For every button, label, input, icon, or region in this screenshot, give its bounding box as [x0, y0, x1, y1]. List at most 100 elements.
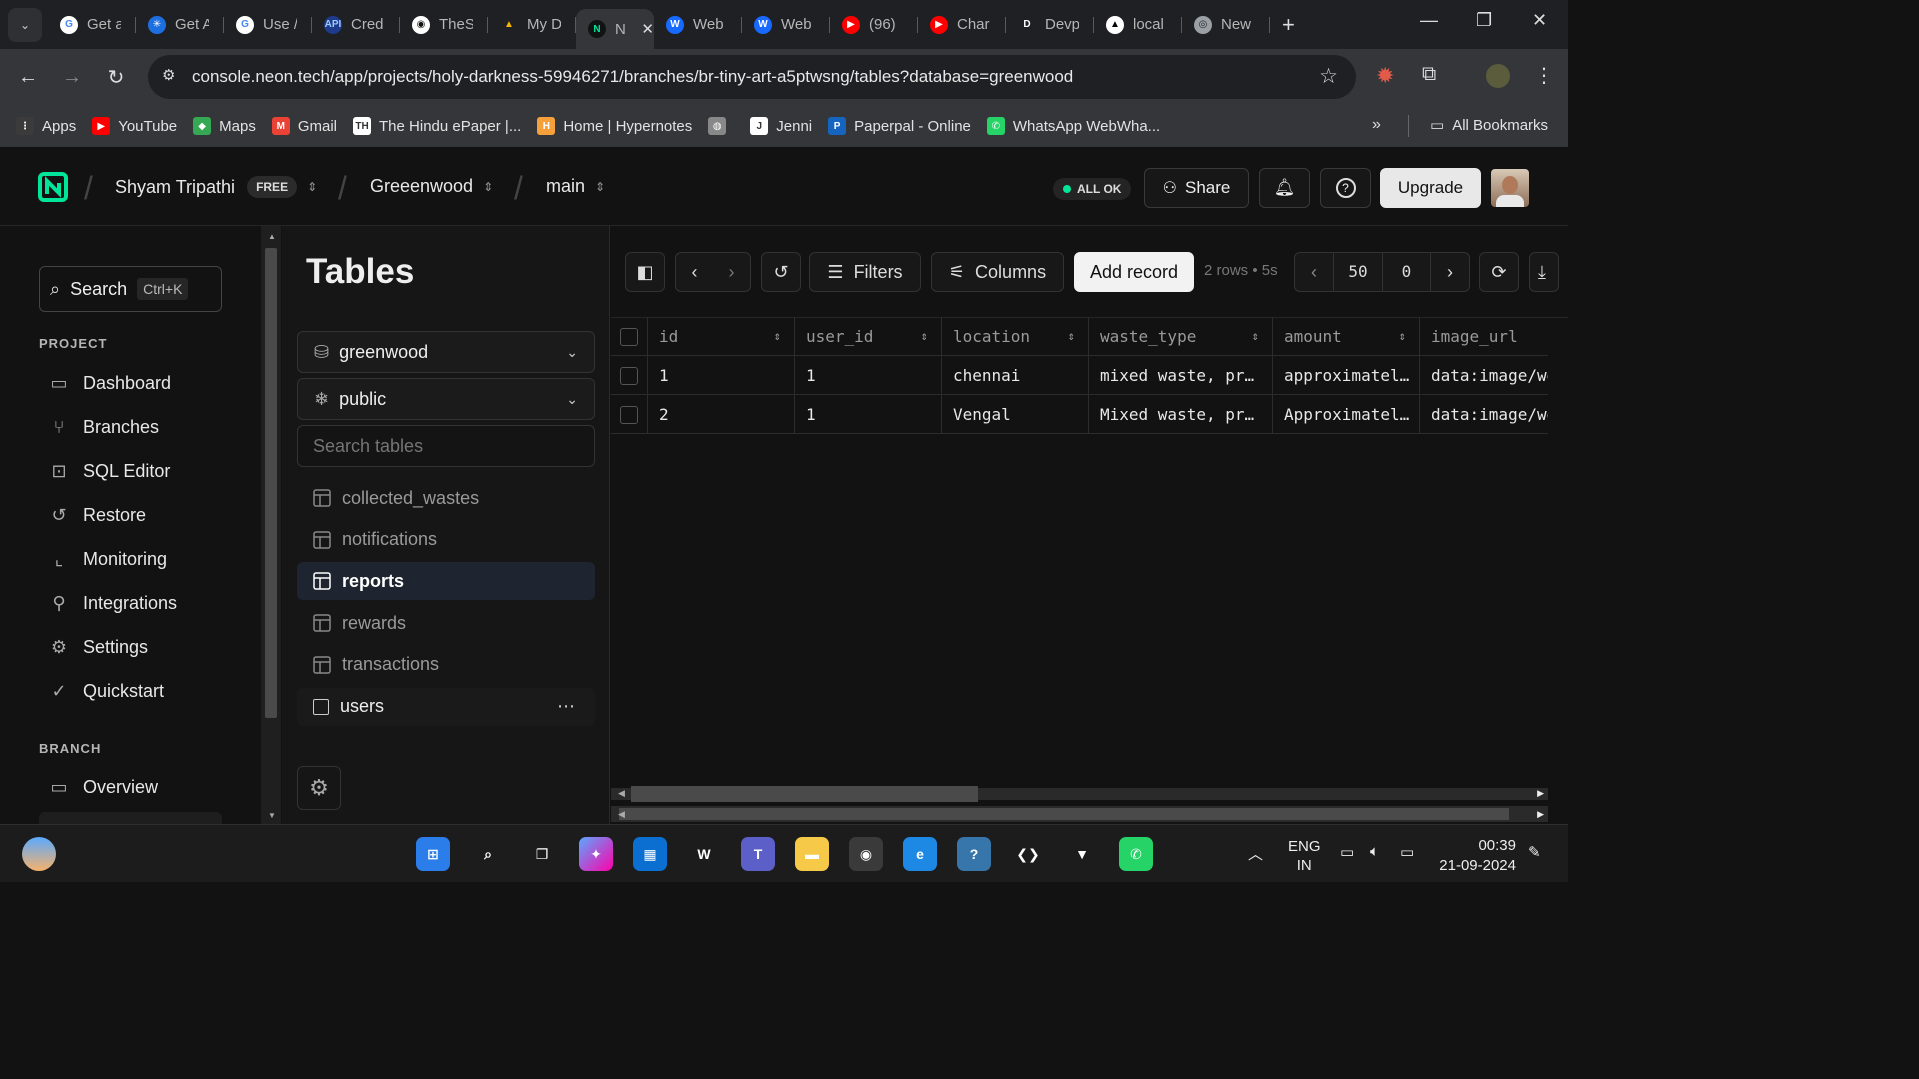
- scrollbar-thumb[interactable]: [619, 808, 1509, 820]
- sidebar-item-quickstart[interactable]: ✓ Quickstart: [48, 676, 164, 706]
- row-select-cell[interactable]: [611, 356, 648, 395]
- browser-tab[interactable]: API Cred: [312, 8, 400, 42]
- sidebar-item-overview[interactable]: ▭ Overview: [48, 772, 158, 802]
- schema-select[interactable]: ❄ public ⌄: [297, 378, 595, 420]
- volume-icon[interactable]: 🔈︎: [1370, 843, 1379, 860]
- close-tab-icon[interactable]: ✕: [641, 20, 654, 38]
- bookmark-item[interactable]: TH The Hindu ePaper |...: [353, 117, 521, 135]
- forward-icon[interactable]: →: [50, 66, 94, 89]
- offset-field[interactable]: 0: [1383, 253, 1431, 291]
- browser-tab[interactable]: ✳ Get A: [136, 8, 224, 42]
- reload-icon[interactable]: ↻: [94, 65, 138, 90]
- sidebar-search[interactable]: ⌕ Search Ctrl+K: [39, 266, 222, 312]
- address-bar[interactable]: ⚙ console.neon.tech/app/projects/holy-da…: [148, 55, 1356, 99]
- browser-tab[interactable]: N N ✕: [576, 9, 654, 49]
- browser-tab[interactable]: W Web: [654, 8, 742, 42]
- extensions-puzzle-icon[interactable]: ⧉: [1422, 63, 1436, 86]
- teams-icon[interactable]: T: [741, 837, 775, 871]
- w3-app-icon[interactable]: W: [687, 837, 721, 871]
- browser-tab[interactable]: W Web: [742, 8, 830, 42]
- user-avatar[interactable]: [1491, 169, 1529, 207]
- site-info-icon[interactable]: ⚙: [162, 66, 175, 84]
- settings-gear-button[interactable]: ⚙: [297, 766, 341, 810]
- store-icon[interactable]: ▦: [633, 837, 667, 871]
- add-record-button[interactable]: Add record: [1074, 252, 1194, 292]
- column-header-id[interactable]: id ⇕: [648, 317, 795, 356]
- search-tables-input[interactable]: [297, 425, 595, 467]
- checkbox[interactable]: [620, 405, 638, 424]
- bookmark-item[interactable]: M Gmail: [271, 117, 337, 135]
- weather-icon[interactable]: [22, 837, 56, 871]
- table-item-collected_wastes[interactable]: collected_wastes: [297, 479, 595, 517]
- python-icon[interactable]: ?: [957, 837, 991, 871]
- browser-tab[interactable]: G Get a: [48, 8, 136, 42]
- browser-menu-icon[interactable]: ⋮: [1534, 63, 1554, 88]
- column-header-amount[interactable]: amount ⇕: [1273, 317, 1420, 356]
- prev-page-icon[interactable]: ‹: [1295, 262, 1333, 283]
- column-header-image_url[interactable]: image_url: [1420, 317, 1548, 356]
- status-badge[interactable]: ALL OK: [1053, 178, 1132, 200]
- table-item-transactions[interactable]: transactions: [297, 646, 595, 684]
- checkbox[interactable]: [620, 327, 638, 346]
- table-cell[interactable]: chennai: [942, 356, 1089, 395]
- notifications-button[interactable]: 🔔︎: [1259, 168, 1310, 208]
- search-icon[interactable]: ⌕: [471, 837, 505, 871]
- sidebar-item-integrations[interactable]: ⚲ Integrations: [48, 588, 177, 618]
- browser-tab[interactable]: G Use /: [224, 8, 312, 42]
- restore-window-icon[interactable]: ❐: [1476, 10, 1492, 31]
- battery-icon[interactable]: ▭: [1400, 843, 1414, 861]
- whatsapp-icon[interactable]: ✆: [1119, 837, 1153, 871]
- sidebar-item-restore[interactable]: ↺ Restore: [48, 500, 146, 530]
- table-cell[interactable]: 1: [648, 356, 795, 395]
- branch-switcher[interactable]: main ⇕: [546, 176, 605, 197]
- language-indicator[interactable]: ENG IN: [1288, 837, 1321, 875]
- row-select-cell[interactable]: [611, 317, 648, 356]
- notification-center-icon[interactable]: ✎: [1528, 843, 1541, 861]
- sidebar-scrollbar[interactable]: ▲ ▼: [261, 226, 281, 824]
- browser-tab[interactable]: ◉ TheS: [400, 8, 488, 42]
- chevron-right-icon[interactable]: ›: [729, 262, 735, 283]
- chrome-icon[interactable]: ◉: [849, 837, 883, 871]
- sort-icon[interactable]: ⇕: [1252, 329, 1259, 343]
- database-select[interactable]: ⛁ greenwood ⌄: [297, 331, 595, 373]
- sidebar-item-monitoring[interactable]: ⌞ Monitoring: [48, 544, 167, 574]
- pagination[interactable]: ‹ 50 0 ›: [1294, 252, 1470, 292]
- chevron-up-icon[interactable]: ︿: [1248, 843, 1263, 864]
- limit-field[interactable]: 50: [1333, 253, 1383, 291]
- bookmark-star-icon[interactable]: ☆: [1319, 64, 1338, 89]
- refresh-button[interactable]: ⟳: [1479, 252, 1519, 292]
- start-icon[interactable]: ⊞: [416, 837, 450, 871]
- browser-tab[interactable]: ◎ New: [1182, 8, 1270, 42]
- sidebar-item-branches[interactable]: ⑂ Branches: [48, 412, 159, 442]
- new-tab-button[interactable]: +: [1282, 12, 1295, 38]
- file-explorer-icon[interactable]: ▬: [795, 837, 829, 871]
- sort-icon[interactable]: ⇕: [1399, 329, 1406, 343]
- browser-tab[interactable]: ▲ My D: [488, 8, 576, 42]
- extension-icon[interactable]: ✹: [1376, 63, 1394, 89]
- history-nav[interactable]: ‹ ›: [675, 252, 751, 292]
- bookmark-item[interactable]: ▶ YouTube: [92, 117, 177, 135]
- horizontal-scrollbar[interactable]: ◀ ▶ ◀ ▶: [611, 784, 1548, 824]
- url-text[interactable]: console.neon.tech/app/projects/holy-dark…: [192, 67, 1073, 87]
- bookmark-item[interactable]: ◆ Maps: [193, 117, 256, 135]
- checkbox[interactable]: [620, 366, 638, 385]
- bookmark-item[interactable]: J Jenni: [750, 117, 812, 135]
- table-cell[interactable]: 2: [648, 395, 795, 434]
- column-header-location[interactable]: location ⇕: [942, 317, 1089, 356]
- sort-icon[interactable]: ⇕: [774, 329, 781, 343]
- table-cell[interactable]: data:image/we: [1420, 356, 1548, 395]
- vscode-icon[interactable]: ❮❯: [1011, 837, 1045, 871]
- toggle-sidebar-button[interactable]: ◧: [625, 252, 665, 292]
- neon-logo-icon[interactable]: [38, 172, 68, 202]
- bookmark-item[interactable]: ◍: [708, 117, 734, 135]
- org-switcher[interactable]: Shyam Tripathi FREE ⇕: [115, 176, 317, 198]
- close-window-icon[interactable]: ✕: [1532, 10, 1547, 31]
- scrollbar-thumb[interactable]: [631, 786, 978, 802]
- browser-tab[interactable]: D Devp: [1006, 8, 1094, 42]
- browser-tab[interactable]: ▶ (96): [830, 8, 918, 42]
- clock[interactable]: 00:39 21-09-2024: [1438, 836, 1516, 876]
- edge-icon[interactable]: e: [903, 837, 937, 871]
- filters-button[interactable]: ☰ Filters: [809, 252, 921, 292]
- table-cell[interactable]: Approximatel…: [1273, 395, 1420, 434]
- chevron-left-icon[interactable]: ‹: [692, 262, 698, 283]
